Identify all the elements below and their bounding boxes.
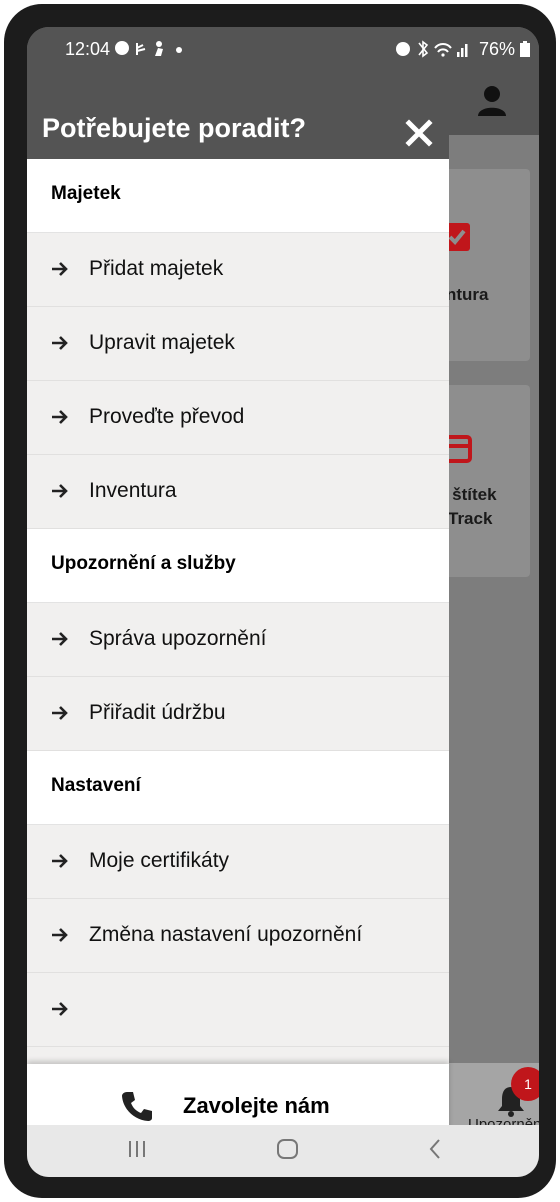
- section-header-upozorneni: Upozornění a služby: [27, 529, 449, 603]
- arrow-right-icon: [52, 706, 68, 720]
- menu-item-label: Přidat majetek: [89, 257, 224, 280]
- arrow-right-icon: [52, 854, 68, 868]
- back-icon[interactable]: [427, 1137, 443, 1161]
- menu-item-label: Inventura: [89, 479, 177, 502]
- section-title: Nastavení: [51, 775, 141, 796]
- menu-item-label: Moje certifikáty: [89, 849, 230, 872]
- arrow-right-icon: [52, 632, 68, 646]
- battery-percent: 76%: [479, 39, 516, 59]
- phone-frame: ntura ý štítek Track 1 Upozornění 12:04: [4, 4, 556, 1198]
- menu-item-pridat-majetek[interactable]: Přidat majetek: [27, 233, 449, 307]
- call-us-label: Zavolejte nám: [183, 1093, 330, 1118]
- close-icon[interactable]: [403, 117, 435, 149]
- screen: ntura ý štítek Track 1 Upozornění 12:04: [27, 27, 539, 1177]
- drawer-title: Potřebujete poradit?: [42, 113, 307, 143]
- status-bar: 12:04 76%: [27, 27, 539, 79]
- arrow-right-icon: [52, 484, 68, 498]
- inventory-card-label: ntura: [446, 285, 489, 304]
- facebook-icon: [115, 41, 182, 56]
- section-title: Upozornění a služby: [51, 553, 236, 574]
- battery-icon: [520, 41, 531, 57]
- recent-apps-icon[interactable]: [127, 1137, 147, 1161]
- system-navigation-bar: [27, 1125, 539, 1177]
- menu-item-label: Změna nastavení upozornění: [89, 923, 363, 946]
- menu-item-empty[interactable]: [27, 973, 449, 1047]
- menu-item-label: Upravit majetek: [89, 331, 235, 354]
- notification-icons: [115, 39, 185, 62]
- menu-item-inventura[interactable]: Inventura: [27, 455, 449, 529]
- phone-icon: [122, 1092, 152, 1121]
- menu-item-prevod[interactable]: Proveďte převod: [27, 381, 449, 455]
- menu-item-upravit-majetek[interactable]: Upravit majetek: [27, 307, 449, 381]
- label-card-line2: Track: [448, 509, 493, 528]
- menu-item-label: Přiřadit údržbu: [89, 701, 226, 724]
- arrow-right-icon: [52, 928, 68, 942]
- arrow-right-icon: [52, 410, 68, 424]
- section-header-nastaveni: Nastavení: [27, 751, 449, 825]
- home-icon[interactable]: [276, 1137, 300, 1161]
- battery-level: 76%: [479, 39, 531, 60]
- drawer-menu: Majetek Přidat majetek Upravit majetek P…: [27, 159, 449, 1121]
- menu-item-nastaveni-upozorneni[interactable]: Změna nastavení upozornění: [27, 899, 449, 973]
- arrow-right-icon: [52, 336, 68, 350]
- menu-item-certifikaty[interactable]: Moje certifikáty: [27, 825, 449, 899]
- system-icons: [395, 40, 475, 62]
- help-drawer: Potřebujete poradit? Majetek Přidat maje…: [27, 79, 449, 1147]
- menu-item-udrzba[interactable]: Přiřadit údržbu: [27, 677, 449, 751]
- section-header-majetek: Majetek: [27, 159, 449, 233]
- notification-badge: 1: [511, 1067, 539, 1101]
- menu-item-label: Proveďte převod: [89, 405, 245, 428]
- arrow-right-icon: [52, 262, 68, 276]
- arrow-right-icon: [52, 1002, 68, 1016]
- menu-item-label: Správa upozornění: [89, 627, 267, 650]
- section-title: Majetek: [51, 183, 121, 204]
- menu-item-sprava-upozorneni[interactable]: Správa upozornění: [27, 603, 449, 677]
- user-icon[interactable]: [477, 85, 507, 122]
- status-time: 12:04: [65, 39, 111, 59]
- drawer-header: Potřebujete poradit?: [27, 79, 449, 159]
- wifi-icon: [396, 40, 468, 58]
